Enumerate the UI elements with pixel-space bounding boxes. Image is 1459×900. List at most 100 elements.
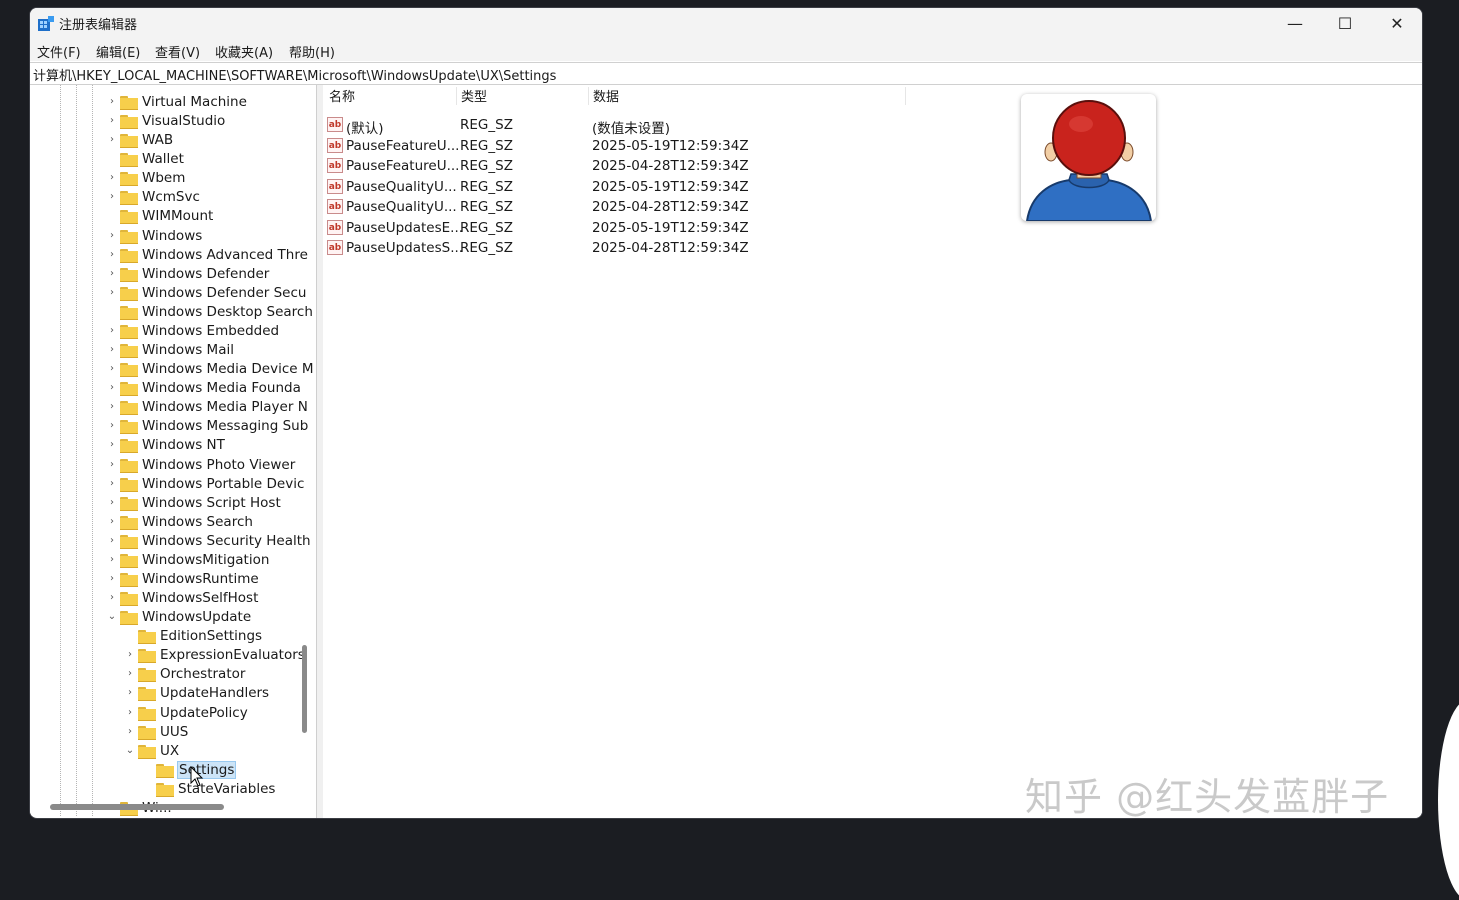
tree-item[interactable]: WIMMount	[30, 207, 315, 226]
tree-item-label[interactable]: UX	[160, 743, 179, 759]
tree-item-label-selected[interactable]: Settings	[176, 760, 237, 779]
tree-item-label[interactable]: Windows Photo Viewer	[142, 457, 295, 473]
minimize-button[interactable]: —	[1270, 8, 1320, 39]
expand-chevron-icon[interactable]	[142, 783, 154, 795]
tree-item[interactable]: › WindowsMitigation	[30, 551, 315, 570]
tree-item[interactable]: › UUS	[30, 723, 315, 742]
expand-chevron-icon[interactable]: ⌄	[124, 745, 136, 757]
expand-chevron-icon[interactable]: ›	[106, 115, 118, 127]
tree-item-label[interactable]: WindowsMitigation	[142, 552, 269, 568]
expand-chevron-icon[interactable]: ›	[106, 401, 118, 413]
tree-item[interactable]: Windows Desktop Search	[30, 303, 315, 322]
tree-item-label[interactable]: Windows Advanced Thre	[142, 247, 308, 263]
tree-item[interactable]: › Windows NT	[30, 436, 315, 455]
tree-item[interactable]: Wallet	[30, 150, 315, 169]
expand-chevron-icon[interactable]: ›	[106, 134, 118, 146]
expand-chevron-icon[interactable]	[142, 764, 154, 776]
tree-item[interactable]: › WcmSvc	[30, 188, 315, 207]
column-separator[interactable]	[588, 87, 589, 105]
value-row[interactable]: ab PauseUpdatesE... REG_SZ 2025-05-19T12:59…	[323, 218, 1023, 238]
expand-chevron-icon[interactable]: ›	[106, 172, 118, 184]
tree-item[interactable]: › Windows Media Device M	[30, 360, 315, 379]
tree-item-label[interactable]: WcmSvc	[142, 189, 200, 205]
tree-item-label[interactable]: Wallet	[142, 151, 184, 167]
tree-item-label[interactable]: Windows Script Host	[142, 495, 281, 511]
tree-item[interactable]: EditionSettings	[30, 627, 315, 646]
expand-chevron-icon[interactable]	[106, 210, 118, 222]
menu-help[interactable]: 帮助(H)	[289, 42, 335, 61]
menu-favorites[interactable]: 收藏夹(A)	[215, 42, 273, 61]
tree-item-label[interactable]: Windows Media Device M	[142, 361, 314, 377]
tree-item[interactable]: › Windows Search	[30, 513, 315, 532]
menu-file[interactable]: 文件(F)	[37, 42, 81, 61]
value-row[interactable]: ab PauseFeatureU... REG_SZ 2025-05-19T12:59…	[323, 136, 1023, 156]
tree-item-label[interactable]: UUS	[160, 724, 188, 740]
tree-item-label[interactable]: WAB	[142, 132, 173, 148]
expand-chevron-icon[interactable]: ›	[106, 535, 118, 547]
tree-item-label[interactable]: Virtual Machine	[142, 94, 247, 110]
expand-chevron-icon[interactable]: ›	[106, 554, 118, 566]
expand-chevron-icon[interactable]: ›	[106, 497, 118, 509]
tree-item[interactable]: Settings	[30, 760, 315, 780]
tree-item[interactable]: › Windows Security Health	[30, 532, 315, 551]
tree-item-label[interactable]: Windows NT	[142, 437, 225, 453]
expand-chevron-icon[interactable]: ›	[124, 707, 136, 719]
value-row[interactable]: ab PauseFeatureU... REG_SZ 2025-04-28T12:59…	[323, 156, 1023, 176]
tree-item[interactable]: StateVariables	[30, 780, 315, 799]
tree-item[interactable]: › Windows Messaging Sub	[30, 417, 315, 436]
expand-chevron-icon[interactable]: ›	[124, 687, 136, 699]
address-bar[interactable]: 计算机\HKEY_LOCAL_MACHINE\SOFTWARE\Microsof…	[30, 62, 1422, 85]
expand-chevron-icon[interactable]: ›	[124, 726, 136, 738]
tree-item[interactable]: ⌄ WindowsUpdate	[30, 608, 315, 627]
tree-item-label[interactable]: UpdateHandlers	[160, 685, 269, 701]
column-header-data[interactable]: 数据	[593, 86, 619, 106]
tree-item[interactable]: › Windows Advanced Thre	[30, 246, 315, 265]
value-row[interactable]: ab PauseQualityU... REG_SZ 2025-05-19T12:59…	[323, 177, 1023, 197]
tree-item[interactable]: › Orchestrator	[30, 665, 315, 684]
expand-chevron-icon[interactable]: ›	[106, 516, 118, 528]
tree-item-label[interactable]: ExpressionEvaluators	[160, 647, 305, 663]
column-separator[interactable]	[905, 87, 906, 105]
expand-chevron-icon[interactable]: ›	[106, 287, 118, 299]
expand-chevron-icon[interactable]: ›	[106, 420, 118, 432]
values-list-pane[interactable]: 名称 类型 数据 ab (默认) REG_SZ (数值未设置) ab PauseFeatu…	[323, 85, 1422, 818]
tree-item-label[interactable]: Windows Security Health	[142, 533, 311, 549]
tree-item-label[interactable]: VisualStudio	[142, 113, 225, 129]
key-tree-pane[interactable]: › Virtual Machine › VisualStudio › WAB Wallet ›…	[30, 85, 315, 816]
tree-item[interactable]: › WindowsSelfHost	[30, 589, 315, 608]
tree-item[interactable]: › WindowsRuntime	[30, 570, 315, 589]
tree-item-label[interactable]: Windows Messaging Sub	[142, 418, 308, 434]
tree-item-label[interactable]: WindowsSelfHost	[142, 590, 258, 606]
menu-edit[interactable]: 编辑(E)	[96, 42, 140, 61]
expand-chevron-icon[interactable]: ›	[106, 439, 118, 451]
tree-item-label[interactable]: Windows	[142, 228, 202, 244]
tree-item-label[interactable]: EditionSettings	[160, 628, 262, 644]
tree-item-label[interactable]: Windows Defender	[142, 266, 269, 282]
expand-chevron-icon[interactable]	[106, 153, 118, 165]
tree-item-label[interactable]: Windows Desktop Search	[142, 304, 313, 320]
menu-view[interactable]: 查看(V)	[155, 42, 200, 61]
expand-chevron-icon[interactable]: ›	[106, 325, 118, 337]
maximize-button[interactable]: ☐	[1320, 8, 1370, 39]
value-row[interactable]: ab (默认) REG_SZ (数值未设置)	[323, 115, 1023, 137]
tree-item-label[interactable]: UpdatePolicy	[160, 705, 248, 721]
expand-chevron-icon[interactable]: ›	[124, 668, 136, 680]
expand-chevron-icon[interactable]: ⌄	[106, 611, 118, 623]
tree-item[interactable]: › Windows Defender	[30, 265, 315, 284]
tree-item[interactable]: › Windows Media Player N	[30, 398, 315, 417]
expand-chevron-icon[interactable]: ›	[106, 344, 118, 356]
tree-item[interactable]: › Windows Embedded	[30, 322, 315, 341]
tree-item-label[interactable]: WindowsRuntime	[142, 571, 259, 587]
tree-item-label[interactable]: Windows Mail	[142, 342, 234, 358]
expand-chevron-icon[interactable]: ›	[106, 96, 118, 108]
tree-item-label[interactable]: WindowsUpdate	[142, 609, 251, 625]
value-row[interactable]: ab PauseUpdatesS... REG_SZ 2025-04-28T12:59…	[323, 238, 1023, 258]
tree-item-label[interactable]: Orchestrator	[160, 666, 245, 682]
tree-item[interactable]: › Windows	[30, 227, 315, 246]
address-path[interactable]: 计算机\HKEY_LOCAL_MACHINE\SOFTWARE\Microsof…	[33, 65, 556, 84]
expand-chevron-icon[interactable]: ›	[106, 382, 118, 394]
tree-item-label[interactable]: Windows Search	[142, 514, 253, 530]
tree-item-label[interactable]: Windows Media Player N	[142, 399, 308, 415]
tree-item[interactable]: › Windows Script Host	[30, 494, 315, 513]
tree-item[interactable]: › Windows Portable Devic	[30, 475, 315, 494]
